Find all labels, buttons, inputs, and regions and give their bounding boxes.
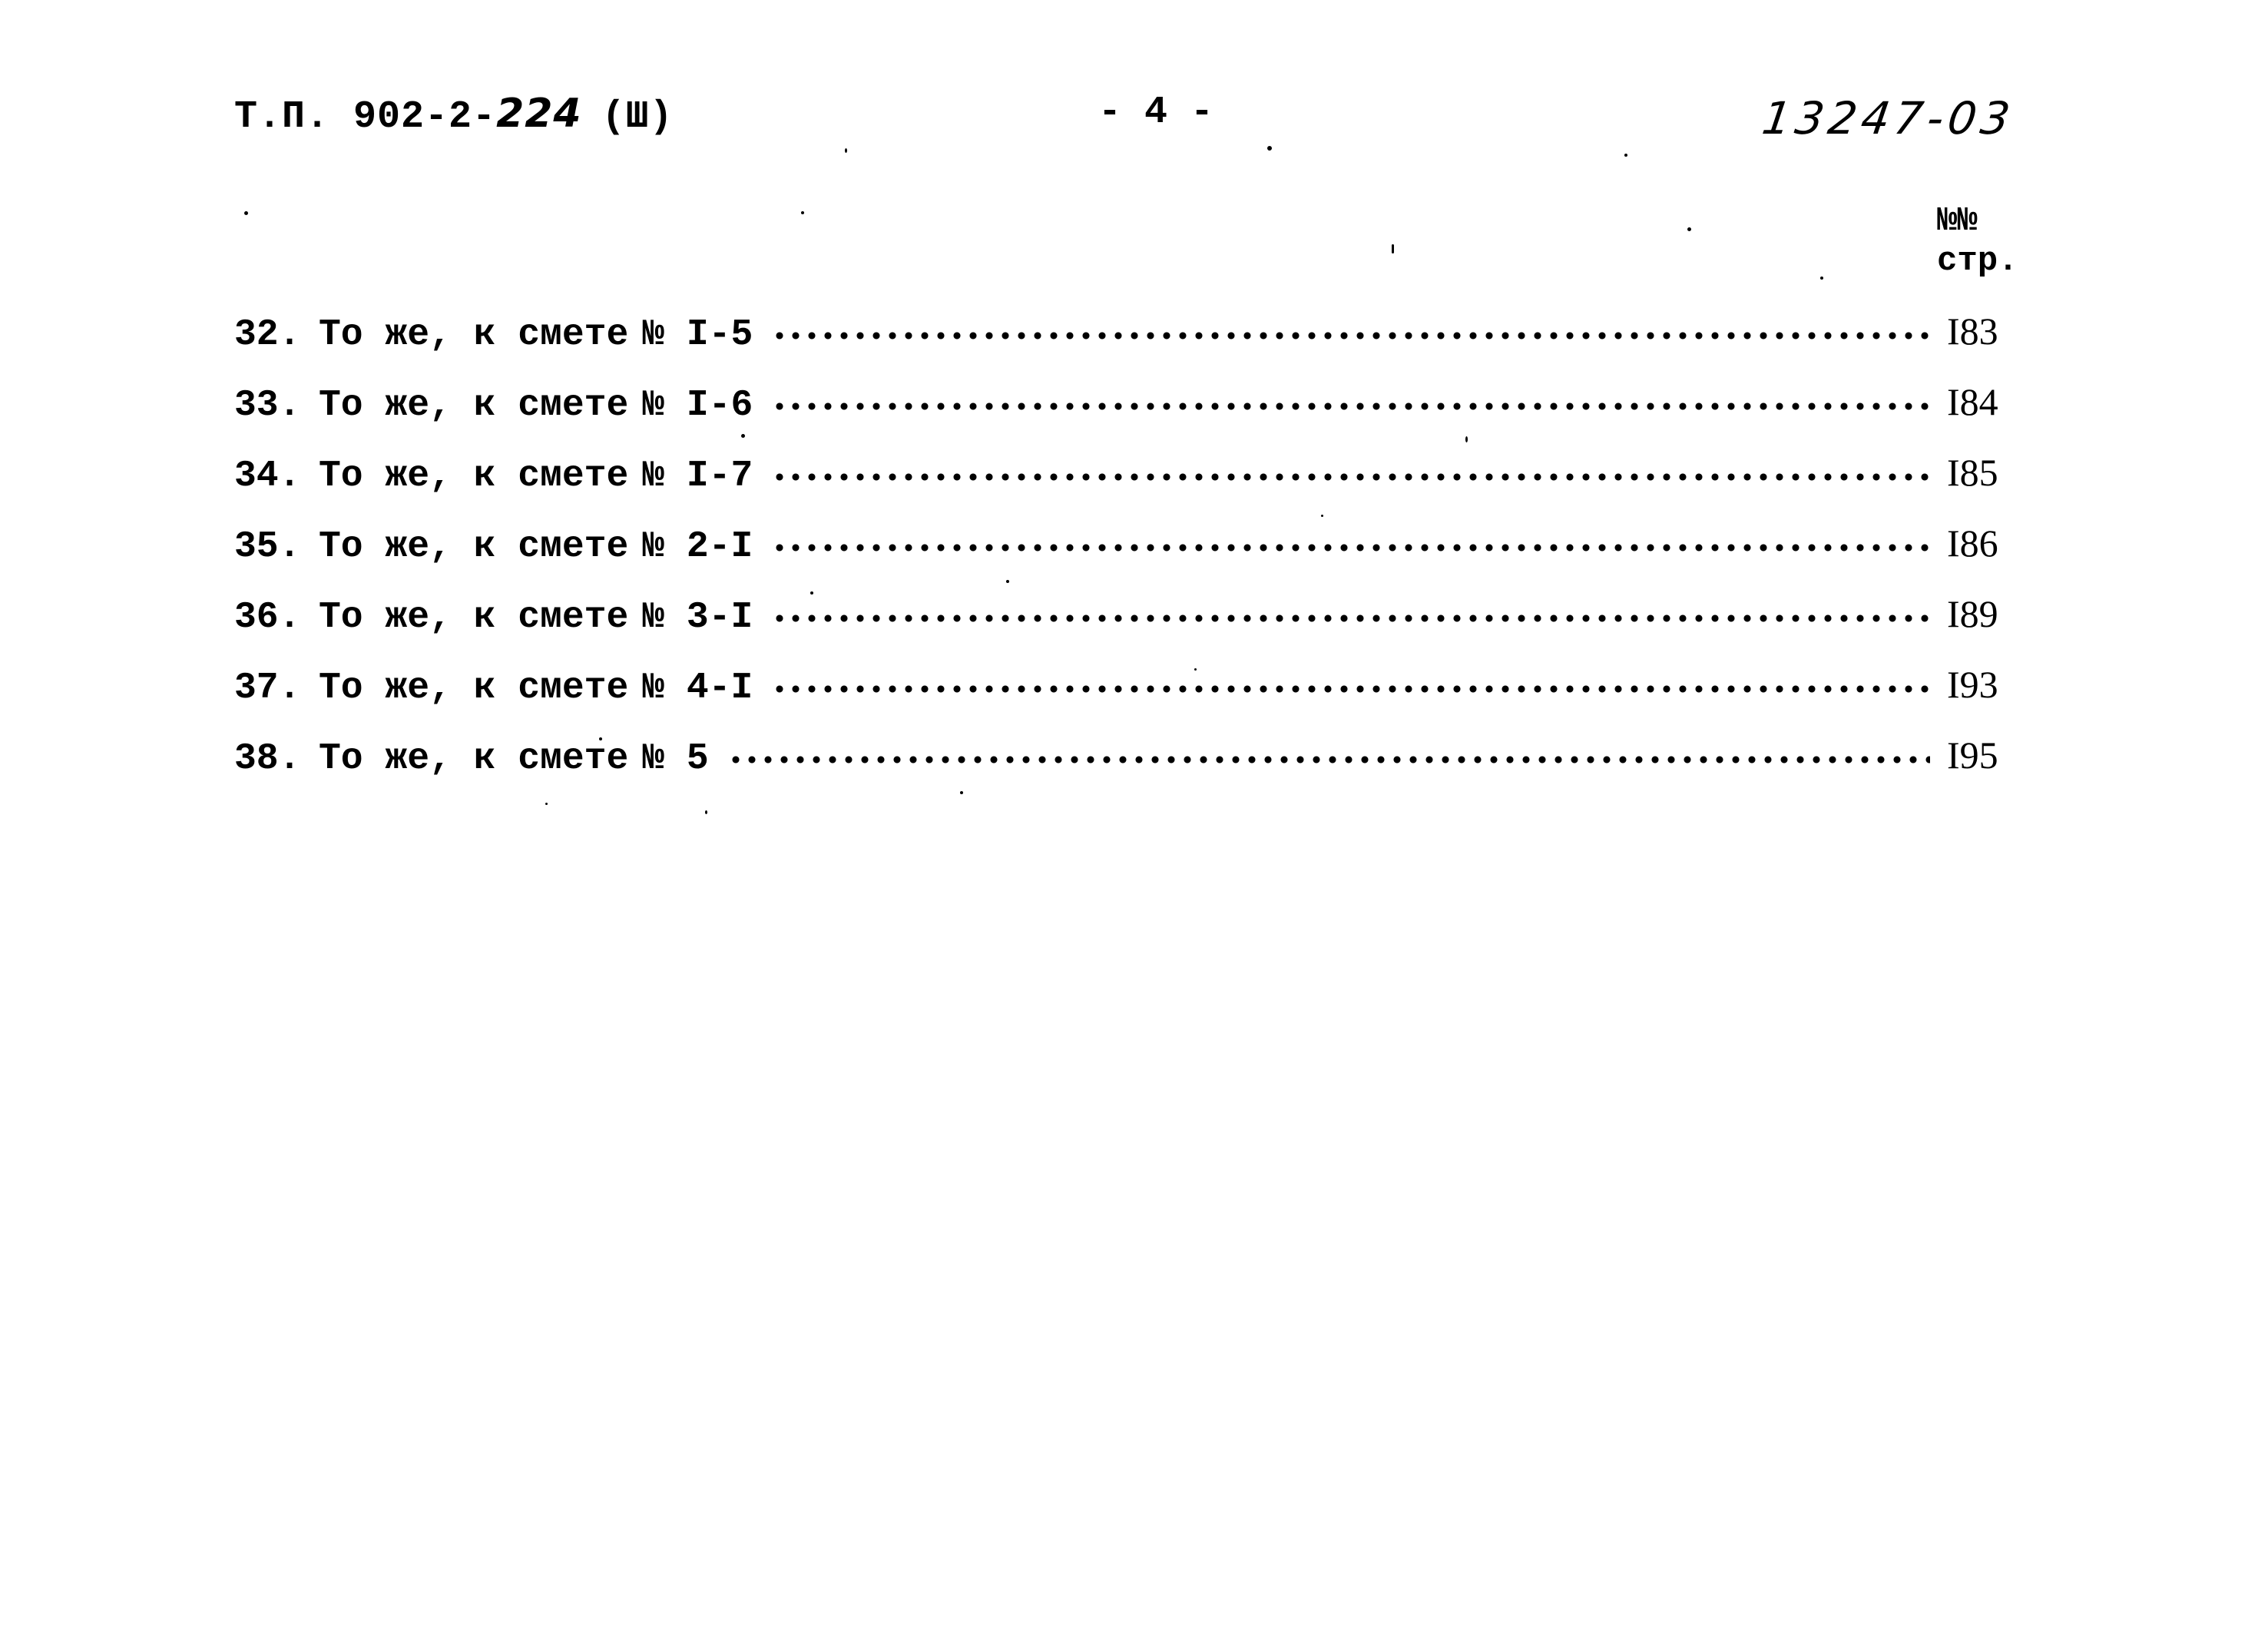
toc-entry-ref: № 5: [642, 738, 709, 780]
toc-entry-number: 38.: [234, 738, 301, 780]
scan-speck: [1820, 277, 1823, 280]
toc-entry-page: I86: [1947, 522, 1998, 565]
toc-entry: 36. То же, к смете № 3-I I89: [234, 590, 2031, 661]
toc-entry-title: То же, к смете: [319, 455, 629, 497]
scan-speck: [810, 591, 813, 595]
toc-entry: 32. То же, к смете № I-5 I83: [234, 307, 2031, 378]
table-of-contents: 32. То же, к смете № I-5 I83 33. То же, …: [234, 307, 2031, 802]
dot-leader: [776, 519, 1930, 556]
scan-speck: [599, 737, 602, 740]
toc-entry-title: То же, к смете: [319, 526, 629, 568]
dot-leader: [776, 661, 1930, 697]
scan-speck: [545, 803, 548, 805]
scan-speck: [1194, 668, 1197, 671]
toc-entry-page: I89: [1947, 592, 1998, 635]
toc-entry-number: 36.: [234, 597, 301, 638]
toc-entry-page: I95: [1947, 734, 1998, 777]
scan-speck: [1624, 154, 1627, 157]
toc-entry-ref: № 4-I: [642, 667, 753, 709]
series-prefix: Т.П. 902-2-: [234, 95, 497, 139]
toc-entry-number: 37.: [234, 667, 301, 709]
toc-entry-title: То же, к смете: [319, 667, 629, 709]
volume-label: (Ш): [601, 95, 674, 139]
toc-entry: 37. То же, к смете № 4-I I93: [234, 661, 2031, 731]
toc-entry-ref: № I-5: [642, 314, 753, 356]
toc-entry-title: То же, к смете: [319, 597, 629, 638]
dot-leader: [776, 378, 1930, 415]
scan-speck: [244, 211, 248, 215]
toc-entry-title: То же, к смете: [319, 314, 629, 356]
page-column-label-pages: стр.: [1937, 242, 2018, 280]
scan-speck: [705, 810, 707, 814]
toc-entry-number: 33.: [234, 385, 301, 426]
toc-entry-ref: № 3-I: [642, 597, 753, 638]
dot-leader: [776, 449, 1930, 485]
toc-entry-title: То же, к смете: [319, 738, 629, 780]
toc-entry-page: I84: [1947, 380, 1998, 423]
toc-entry-page: I83: [1947, 310, 1998, 353]
scan-speck: [741, 434, 745, 438]
page-column-header: №№ стр.: [1937, 201, 2018, 281]
toc-entry-ref: № I-6: [642, 385, 753, 426]
page-number: - 4 -: [1098, 91, 1214, 134]
dot-leader: [731, 731, 1930, 768]
scan-speck: [1392, 244, 1394, 253]
scan-speck: [1267, 146, 1272, 151]
toc-entry-ref: № 2-I: [642, 526, 753, 568]
toc-entry-ref: № I-7: [642, 455, 753, 497]
scan-speck: [1687, 227, 1691, 231]
scan-speck: [1321, 515, 1323, 517]
page-column-label-numbers: №№: [1937, 202, 1978, 240]
scan-speck: [845, 148, 847, 153]
series-handwritten-number: 224: [496, 91, 582, 137]
toc-entry-title: То же, к смете: [319, 385, 629, 426]
scan-speck: [1465, 436, 1468, 442]
toc-entry-page: I93: [1947, 663, 1998, 706]
toc-entry: 34. То же, к смете № I-7 I85: [234, 449, 2031, 519]
document-series-code: Т.П. 902-2-224 (Ш): [234, 91, 674, 139]
handwritten-document-number: 13247-03: [1759, 92, 2018, 144]
scan-speck: [801, 211, 804, 214]
scan-speck: [960, 791, 963, 794]
toc-entry-page: I85: [1947, 451, 1998, 494]
toc-entry: 35. То же, к смете № 2-I I86: [234, 519, 2031, 590]
toc-entry: 33. То же, к смете № I-6 I84: [234, 378, 2031, 449]
dot-leader: [776, 590, 1930, 627]
toc-entry: 38. То же, к смете № 5 I95: [234, 731, 2031, 802]
dot-leader: [776, 307, 1930, 344]
toc-entry-number: 34.: [234, 455, 301, 497]
toc-entry-number: 35.: [234, 526, 301, 568]
toc-entry-number: 32.: [234, 314, 301, 356]
scan-speck: [1006, 580, 1009, 583]
